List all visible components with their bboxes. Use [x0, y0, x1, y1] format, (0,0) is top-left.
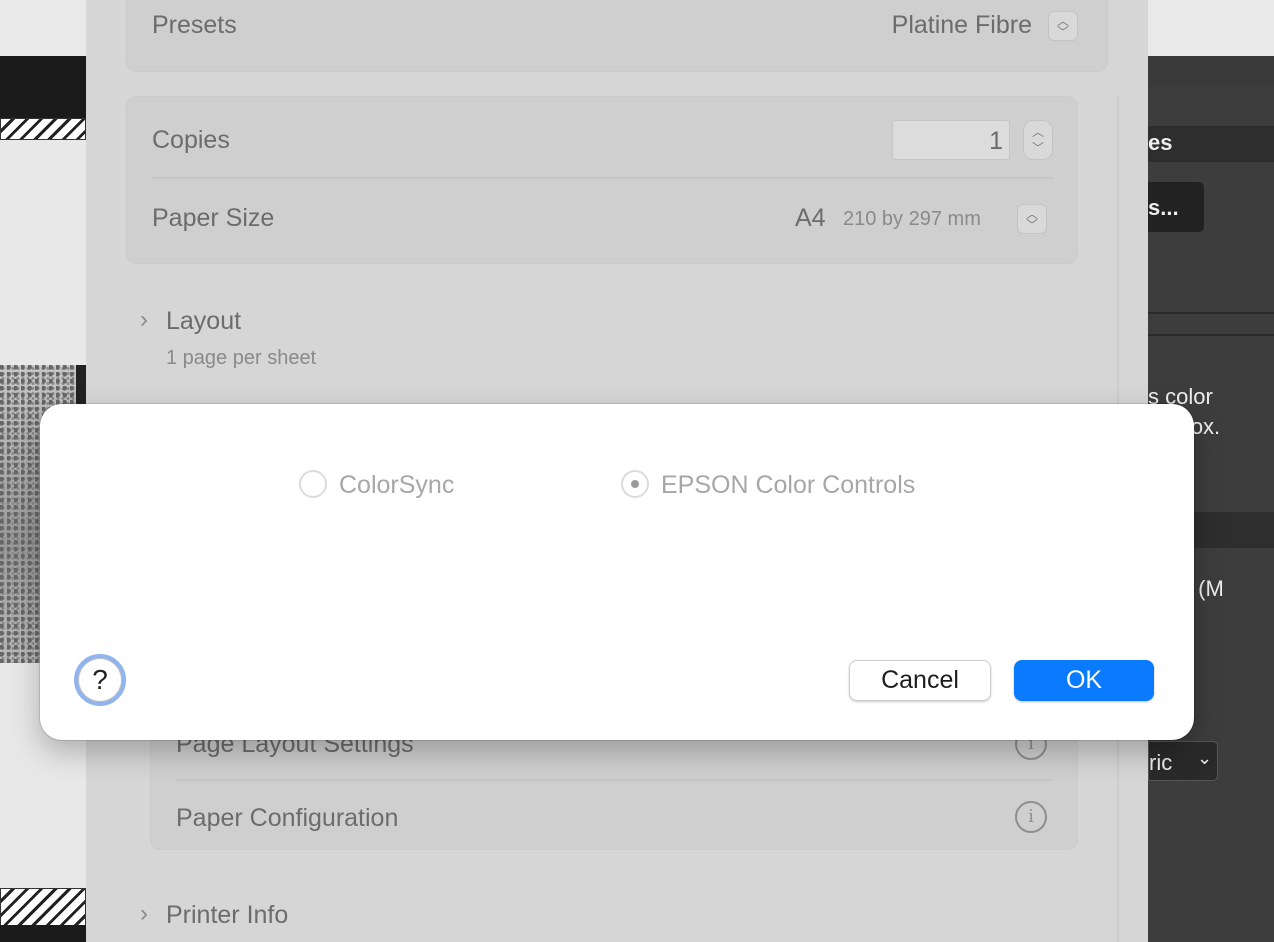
paper-size-label: Paper Size [152, 204, 275, 232]
panel-header: es [1148, 130, 1173, 155]
paper-size-popup-button[interactable]: ︿ ﹀ [1017, 204, 1047, 234]
ok-button[interactable]: OK [1014, 660, 1154, 701]
copies-label: Copies [152, 126, 230, 154]
help-button[interactable]: ? [74, 654, 126, 706]
paper-configuration-label: Paper Configuration [176, 804, 399, 832]
question-mark-icon: ? [92, 664, 108, 695]
chevron-up-icon: ︿ [1031, 125, 1044, 139]
chevron-right-icon[interactable]: › [140, 306, 148, 334]
paper-size-dimensions: 210 by 297 mm [843, 208, 981, 230]
color-matching-dialog: ColorSync EPSON Color Controls ? Cancel … [40, 404, 1194, 740]
printer-info-label[interactable]: Printer Info [166, 901, 288, 930]
copies-input[interactable]: 1 [892, 120, 1010, 160]
chevron-down-icon: ﹀ [1056, 25, 1069, 39]
presets-label: Presets [152, 11, 237, 39]
panel-select: ric ⌄ [1148, 741, 1218, 781]
hatch-pattern [0, 888, 86, 926]
copies-stepper[interactable]: ︿ ﹀ [1023, 120, 1053, 160]
paper-size-value[interactable]: A4 [795, 204, 826, 233]
info-icon[interactable]: i [1015, 801, 1047, 833]
copies-paper-panel: Copies 1 ︿ ﹀ Paper Size A4 210 by 297 mm… [126, 96, 1078, 264]
presets-value[interactable]: Platine Fibre [892, 11, 1032, 40]
chevron-down-icon: ﹀ [1025, 218, 1038, 232]
epson-color-controls-radio[interactable] [621, 470, 649, 498]
colorsync-radio[interactable] [299, 470, 327, 498]
layout-summary: 1 page per sheet [166, 347, 317, 369]
chevron-down-icon: ﹀ [1031, 141, 1044, 155]
presets-panel: Presets Platine Fibre ︿ ﹀ [126, 0, 1108, 72]
panel-button: s... [1148, 182, 1204, 232]
radio-selected-dot [631, 480, 639, 488]
layout-label[interactable]: Layout [166, 307, 241, 336]
cancel-button[interactable]: Cancel [849, 660, 991, 701]
ruler-bar: 2 [0, 56, 86, 160]
hatch-pattern [0, 118, 86, 140]
colorsync-label[interactable]: ColorSync [339, 471, 454, 500]
chevron-right-icon[interactable]: › [140, 900, 148, 928]
epson-color-controls-label[interactable]: EPSON Color Controls [661, 471, 915, 500]
presets-popup-button[interactable]: ︿ ﹀ [1048, 11, 1078, 41]
